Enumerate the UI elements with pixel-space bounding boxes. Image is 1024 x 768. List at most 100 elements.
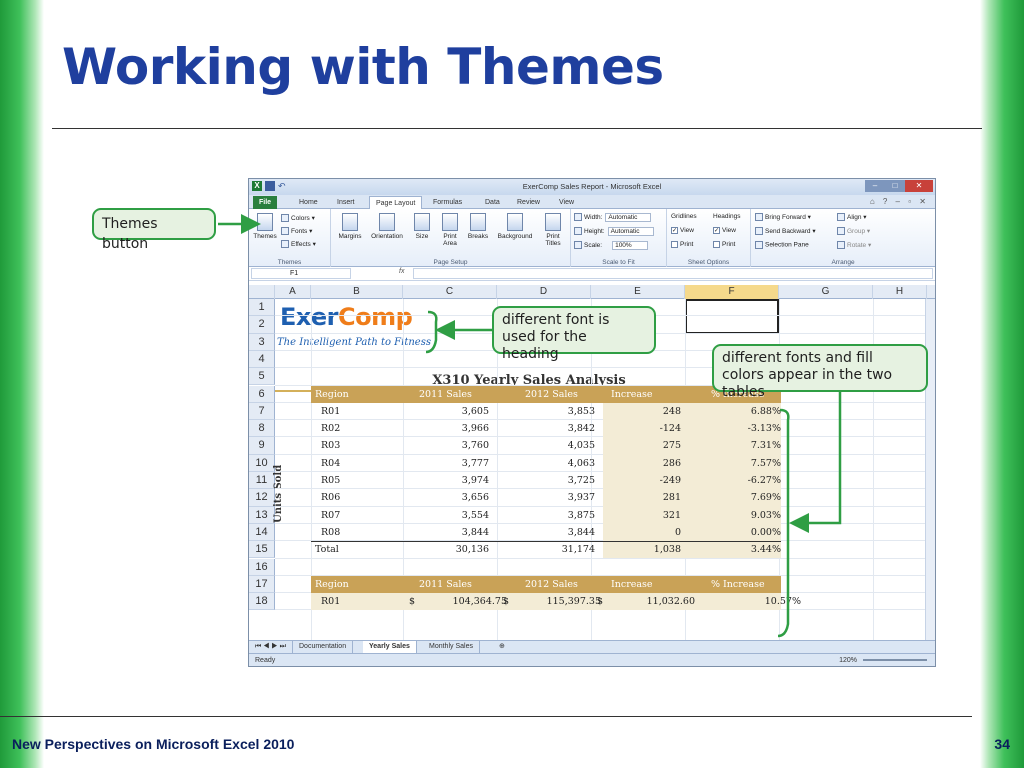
row-header[interactable]: 17: [249, 575, 275, 594]
row-header[interactable]: 10: [249, 454, 275, 472]
row-header[interactable]: 2: [249, 316, 275, 334]
tab-insert[interactable]: Insert: [331, 196, 361, 209]
theme-fonts-button[interactable]: Fonts ▾: [281, 227, 312, 236]
help-icon[interactable]: ⌂ ? – ▫ ✕: [870, 197, 929, 206]
row-header[interactable]: 1: [249, 299, 275, 317]
breaks-button[interactable]: Breaks: [465, 213, 491, 240]
row-header[interactable]: 5: [249, 368, 275, 386]
column-header[interactable]: D: [497, 285, 591, 299]
bring-forward-button[interactable]: Bring Forward ▾: [755, 213, 811, 222]
colors-icon: [281, 214, 289, 223]
minimize-button[interactable]: –: [865, 180, 885, 192]
zoom-slider[interactable]: [863, 659, 927, 661]
table-cell: 3,554: [461, 509, 489, 521]
gridlines-view-checkbox[interactable]: ✓ View: [671, 227, 694, 234]
zoom-level[interactable]: 120%: [839, 654, 857, 666]
table-cell: 3,844: [461, 526, 489, 538]
fx-icon[interactable]: fx: [399, 268, 404, 275]
table-cell: R01: [321, 596, 341, 608]
headings-print-checkbox[interactable]: Print: [713, 241, 735, 248]
scale-control[interactable]: Scale: 100%: [574, 241, 649, 250]
row-header[interactable]: 4: [249, 350, 275, 369]
width-select[interactable]: Automatic: [605, 213, 652, 222]
column-header[interactable]: A: [275, 285, 311, 299]
row-header[interactable]: 3: [249, 333, 275, 351]
table-cell: 7.31%: [750, 440, 781, 452]
height-select[interactable]: Automatic: [607, 227, 654, 236]
table-row: R03 3,760 4,035 275 7.31%: [311, 437, 781, 454]
column-header[interactable]: H: [873, 285, 927, 299]
tab-page-layout[interactable]: Page Layout: [369, 196, 423, 209]
orientation-button[interactable]: Orientation: [367, 213, 407, 240]
row-header[interactable]: 9: [249, 437, 275, 455]
gridlines-print-checkbox[interactable]: Print: [671, 241, 693, 248]
tab-view[interactable]: View: [553, 196, 580, 209]
row-header[interactable]: 7: [249, 402, 275, 421]
width-control[interactable]: Width: Automatic: [574, 213, 652, 222]
row-header[interactable]: 16: [249, 558, 275, 576]
theme-effects-button[interactable]: Effects ▾: [281, 240, 316, 249]
tab-home[interactable]: Home: [293, 196, 324, 209]
height-control[interactable]: Height: Automatic: [574, 227, 654, 236]
themes-button[interactable]: Themes: [251, 213, 279, 240]
close-button[interactable]: ✕: [905, 180, 933, 192]
sheet-tab-documentation[interactable]: Documentation: [293, 641, 354, 653]
title-divider: [52, 128, 982, 129]
scale-input[interactable]: 100%: [612, 241, 649, 250]
tab-data[interactable]: Data: [479, 196, 506, 209]
table-cell: R05: [321, 475, 341, 486]
sheet-tab-yearly-sales[interactable]: Yearly Sales: [363, 641, 417, 653]
print-titles-button[interactable]: Print Titles: [539, 213, 567, 247]
table-cell: 248: [662, 405, 681, 417]
column-header[interactable]: G: [779, 285, 873, 299]
background-button[interactable]: Background: [493, 213, 537, 240]
theme-colors-button[interactable]: Colors ▾: [281, 214, 315, 223]
column-header[interactable]: B: [311, 285, 403, 299]
column-header[interactable]: F: [685, 285, 779, 299]
table-cell: 4,063: [567, 457, 595, 469]
select-all-corner[interactable]: [249, 285, 275, 299]
row-header[interactable]: 8: [249, 420, 275, 438]
page-setup-group: Margins Orientation Size Print Area Brea…: [331, 209, 571, 267]
row-header[interactable]: 14: [249, 523, 275, 542]
column-header[interactable]: C: [403, 285, 497, 299]
row-header[interactable]: 15: [249, 541, 275, 559]
rotate-button[interactable]: Rotate ▾: [837, 241, 871, 250]
selection-pane-button[interactable]: Selection Pane: [755, 241, 809, 249]
column-header[interactable]: E: [591, 285, 685, 299]
row-header[interactable]: 11: [249, 472, 275, 490]
print-area-label: Print Area: [443, 233, 457, 247]
margins-button[interactable]: Margins: [335, 213, 365, 240]
themes-group: Themes Colors ▾ Fonts ▾ Effects ▾ Themes: [249, 209, 331, 267]
logo-comp: Comp: [338, 303, 413, 331]
margins-icon: [342, 213, 358, 231]
row-header[interactable]: 18: [249, 593, 275, 611]
maximize-button[interactable]: □: [885, 180, 905, 192]
group-button[interactable]: Group ▾: [837, 227, 870, 236]
table-cell: -6.27%: [747, 475, 781, 486]
table-cell: Total: [315, 544, 339, 556]
insert-sheet-icon[interactable]: ⊕: [493, 641, 511, 653]
align-button[interactable]: Align ▾: [837, 213, 867, 222]
tab-review[interactable]: Review: [511, 196, 546, 209]
table-cell: 0.00%: [750, 526, 781, 538]
fonts-icon: [281, 227, 289, 236]
tab-nav-arrows[interactable]: ⏮ ◀ ▶ ⏭: [249, 641, 293, 653]
tab-formulas[interactable]: Formulas: [427, 196, 468, 209]
size-button[interactable]: Size: [411, 213, 433, 240]
table-cell: 9.03%: [750, 509, 781, 521]
theme-effects-label: Effects: [291, 241, 311, 248]
formula-input[interactable]: [413, 268, 933, 279]
sheet-tab-monthly-sales[interactable]: Monthly Sales: [423, 641, 480, 653]
table-header-cell: 2012 Sales: [525, 578, 578, 590]
table-cell: 104,364.75: [452, 596, 507, 608]
print-area-button[interactable]: Print Area: [437, 213, 463, 247]
tab-file[interactable]: File: [253, 196, 278, 209]
table-cell: R01: [321, 405, 341, 417]
headings-view-checkbox[interactable]: ✓ View: [713, 227, 736, 234]
active-cell[interactable]: [685, 299, 779, 334]
row-header[interactable]: 6: [249, 385, 275, 403]
send-backward-button[interactable]: Send Backward ▾: [755, 227, 816, 236]
name-box[interactable]: F1: [251, 268, 351, 279]
table-row: Total 30,136 31,174 1,038 3.44%: [311, 541, 781, 558]
